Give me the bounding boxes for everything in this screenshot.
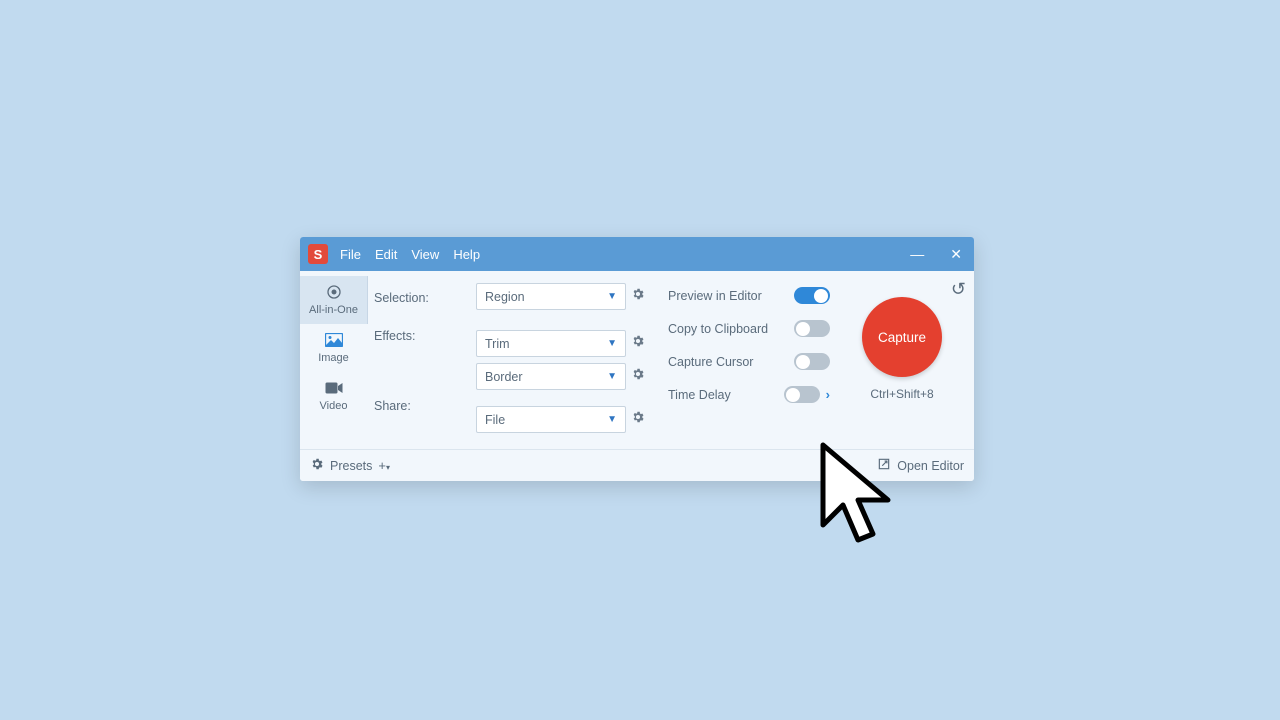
snagit-capture-window: S File Edit View Help — ✕ All-in-One [300, 237, 974, 481]
caret-down-icon: ▼ [607, 338, 617, 349]
dropdown-value: Trim [485, 337, 510, 351]
footer-bar: Presets +▾ Open Editor [300, 449, 974, 481]
minimize-button[interactable]: — [906, 246, 928, 263]
gap [476, 396, 646, 400]
menu-bar: File Edit View Help [340, 247, 480, 262]
share-dropdown[interactable]: File ▼ [476, 406, 626, 433]
presets-add-button[interactable]: +▾ [378, 458, 390, 473]
label-effects: Effects: [374, 321, 464, 359]
tab-image[interactable]: Image [300, 324, 368, 372]
toggle-label: Time Delay [668, 388, 731, 402]
effect2-settings-gear-icon[interactable] [630, 367, 646, 386]
label-selection: Selection: [374, 283, 464, 321]
effect1-dropdown[interactable]: Trim ▼ [476, 330, 626, 357]
presets-gear-icon[interactable] [310, 457, 324, 474]
effect2-dropdown[interactable]: Border ▼ [476, 363, 626, 390]
undo-icon[interactable]: ↺ [951, 279, 966, 300]
menu-help[interactable]: Help [453, 247, 480, 262]
menu-view[interactable]: View [411, 247, 439, 262]
settings-labels: Selection: Effects: Share: [374, 283, 464, 433]
caret-down-icon: ▼ [607, 414, 617, 425]
toggle-delay-row: Time Delay › [668, 382, 830, 407]
open-editor-button[interactable]: Open Editor [877, 457, 964, 474]
gap [476, 316, 646, 324]
selection-settings-gear-icon[interactable] [630, 287, 646, 306]
menu-edit[interactable]: Edit [375, 247, 397, 262]
share-row: File ▼ [476, 406, 646, 433]
toggle-clipboard[interactable] [794, 320, 830, 337]
settings-fields: Region ▼ Trim ▼ [476, 283, 646, 433]
share-settings-gear-icon[interactable] [630, 410, 646, 429]
dropdown-value: Border [485, 370, 523, 384]
close-button[interactable]: ✕ [946, 246, 966, 263]
label-share: Share: [374, 391, 464, 429]
label-spacer [374, 359, 464, 391]
delay-expand-chevron-icon[interactable]: › [826, 387, 830, 402]
capture-button[interactable]: Capture [862, 297, 942, 377]
caret-down-icon: ▼ [607, 291, 617, 302]
tab-label: All-in-One [309, 304, 358, 316]
target-icon [324, 282, 344, 302]
tab-video[interactable]: Video [300, 372, 368, 420]
toggle-label: Copy to Clipboard [668, 322, 768, 336]
toggle-label: Capture Cursor [668, 355, 753, 369]
toggle-label: Preview in Editor [668, 289, 762, 303]
capture-area: ↺ Capture Ctrl+Shift+8 [842, 283, 962, 433]
dropdown-value: File [485, 413, 505, 427]
caret-down-icon: ▼ [607, 371, 617, 382]
toggle-delay[interactable] [784, 386, 820, 403]
window-controls: — ✕ [906, 246, 966, 263]
window-body: All-in-One Image Video Selection: Effect… [300, 271, 974, 449]
effect1-settings-gear-icon[interactable] [630, 334, 646, 353]
open-editor-label: Open Editor [897, 459, 964, 473]
toggle-cursor[interactable] [794, 353, 830, 370]
tab-all-in-one[interactable]: All-in-One [300, 276, 368, 324]
effect1-row: Trim ▼ [476, 330, 646, 357]
selection-row: Region ▼ [476, 283, 646, 310]
tab-label: Video [320, 400, 348, 412]
titlebar: S File Edit View Help — ✕ [300, 237, 974, 271]
selection-dropdown[interactable]: Region ▼ [476, 283, 626, 310]
capture-mode-tabs: All-in-One Image Video [300, 271, 368, 449]
video-icon [324, 378, 344, 398]
open-editor-icon [877, 457, 891, 474]
toggle-clipboard-row: Copy to Clipboard [668, 316, 830, 341]
toggles-panel: Preview in Editor Copy to Clipboard Capt… [658, 283, 830, 433]
tab-label: Image [318, 352, 349, 364]
settings-panel: Selection: Effects: Share: Region ▼ [368, 271, 974, 449]
toggle-cursor-row: Capture Cursor [668, 349, 830, 374]
footer-left: Presets +▾ [310, 457, 390, 474]
capture-hotkey: Ctrl+Shift+8 [870, 387, 933, 401]
toggle-preview-row: Preview in Editor [668, 283, 830, 308]
presets-label[interactable]: Presets [330, 459, 372, 473]
menu-file[interactable]: File [340, 247, 361, 262]
dropdown-value: Region [485, 290, 525, 304]
effect2-row: Border ▼ [476, 363, 646, 390]
toggle-preview[interactable] [794, 287, 830, 304]
image-icon [324, 330, 344, 350]
app-logo: S [308, 244, 328, 264]
